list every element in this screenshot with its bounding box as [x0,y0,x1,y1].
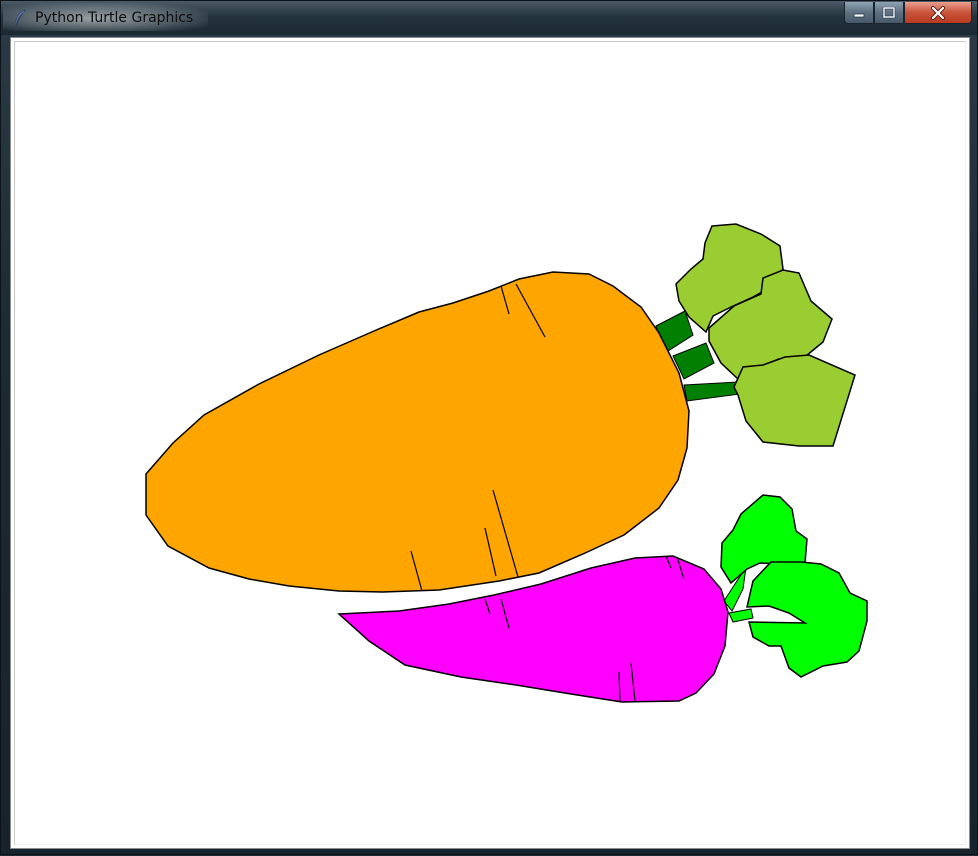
radish-stem-lower [728,608,754,623]
carrot-body [145,271,690,593]
turtle-drawing [145,223,868,703]
turtle-graphics-window: Python Turtle Graphics [0,0,978,855]
carrot-stem-lower [683,381,741,402]
carrot-leaf-lower [733,354,856,447]
radish-leaf-bottom [746,561,868,678]
